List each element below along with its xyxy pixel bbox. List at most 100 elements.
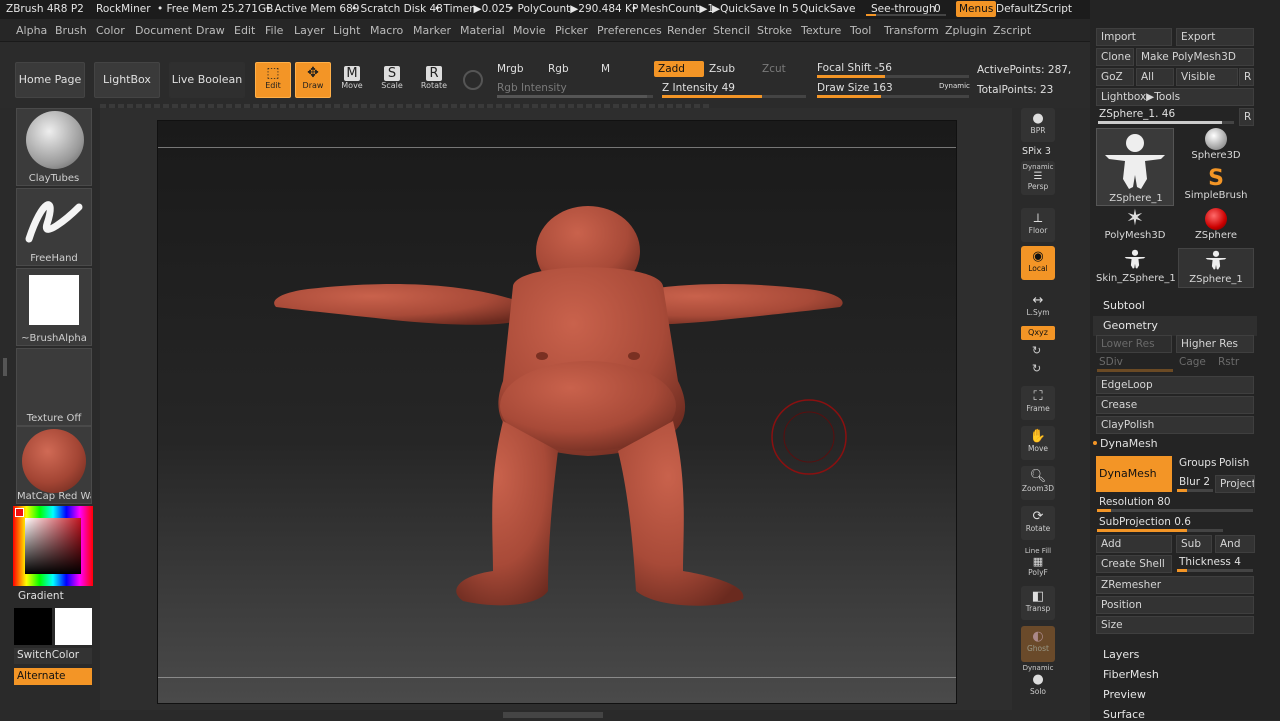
color-picker[interactable] bbox=[13, 506, 93, 586]
thickness-slider[interactable]: Thickness 4 bbox=[1179, 556, 1241, 568]
focal-shift-slider[interactable]: Focal Shift -56 bbox=[817, 62, 892, 74]
clone-button[interactable]: Clone bbox=[1096, 48, 1134, 66]
menu-edit[interactable]: Edit bbox=[234, 24, 255, 37]
lightbox-button[interactable]: LightBox bbox=[94, 62, 160, 98]
sdiv-slider[interactable]: SDiv bbox=[1099, 356, 1123, 368]
tool-slider[interactable]: ZSphere_1. 46 bbox=[1099, 108, 1175, 120]
draw-size-track[interactable] bbox=[817, 95, 969, 98]
color-square[interactable] bbox=[25, 518, 81, 574]
tool-thumb-zsphere-1b[interactable]: ZSphere_1 bbox=[1178, 248, 1254, 288]
bpr-button[interactable]: ● BPR bbox=[1021, 108, 1055, 142]
claypolish-button[interactable]: ClayPolish bbox=[1096, 416, 1254, 434]
gradient-label[interactable]: Gradient bbox=[18, 590, 64, 602]
menu-transform[interactable]: Transform bbox=[884, 24, 939, 37]
cage-button[interactable]: Cage bbox=[1179, 356, 1206, 368]
menu-marker[interactable]: Marker bbox=[413, 24, 451, 37]
tool-thumb-sphere3d[interactable]: Sphere3D bbox=[1178, 128, 1254, 168]
geometry-section[interactable]: Geometry bbox=[1093, 316, 1257, 336]
texture-thumbnail[interactable]: Texture Off bbox=[16, 348, 92, 426]
see-through-slider[interactable] bbox=[866, 14, 946, 16]
move-view-button[interactable]: ✋ Move bbox=[1021, 426, 1055, 460]
menu-movie[interactable]: Movie bbox=[513, 24, 546, 37]
zremesher-button[interactable]: ZRemesher bbox=[1096, 576, 1254, 594]
m-button[interactable]: M bbox=[601, 63, 610, 75]
mrgb-button[interactable]: Mrgb bbox=[497, 63, 524, 75]
tool-thumb-simplebrush[interactable]: S SimpleBrush bbox=[1178, 168, 1254, 208]
menu-document[interactable]: Document bbox=[135, 24, 192, 37]
subtool-section[interactable]: Subtool bbox=[1093, 296, 1257, 316]
menu-alpha[interactable]: Alpha bbox=[16, 24, 47, 37]
create-shell-button[interactable]: Create Shell bbox=[1096, 555, 1172, 573]
rgb-intensity-slider[interactable]: Rgb Intensity bbox=[497, 82, 567, 94]
home-page-button[interactable]: Home Page bbox=[15, 62, 85, 98]
zcut-button[interactable]: Zcut bbox=[762, 63, 786, 75]
secondary-color-swatch[interactable] bbox=[14, 608, 52, 645]
lsym-button[interactable]: ↔ L.Sym bbox=[1021, 290, 1055, 324]
solo-button[interactable]: Dynamic ● Solo bbox=[1021, 664, 1055, 698]
project-button[interactable]: Project bbox=[1215, 475, 1255, 493]
floor-button[interactable]: ⟂ Floor bbox=[1021, 208, 1055, 242]
goz-button[interactable]: GoZ bbox=[1096, 68, 1134, 86]
resolution-slider[interactable]: Resolution 80 bbox=[1099, 496, 1171, 508]
tool-thumb-polymesh3d[interactable]: ✶ PolyMesh3D bbox=[1096, 208, 1174, 248]
sphere-gizmo-icon[interactable] bbox=[463, 70, 483, 90]
crease-button[interactable]: Crease bbox=[1096, 396, 1254, 414]
rgb-button[interactable]: Rgb bbox=[548, 63, 569, 75]
polish-button[interactable]: Polish bbox=[1219, 457, 1249, 469]
goz-r-button[interactable]: R bbox=[1239, 68, 1254, 86]
add-button[interactable]: Add bbox=[1096, 535, 1172, 553]
menu-picker[interactable]: Picker bbox=[555, 24, 588, 37]
sub-button[interactable]: Sub bbox=[1176, 535, 1212, 553]
subprojection-track[interactable] bbox=[1097, 529, 1223, 532]
edit-mode-button[interactable]: ⬚ Edit bbox=[255, 62, 291, 98]
preview-section[interactable]: Preview bbox=[1093, 685, 1257, 705]
frame-button[interactable]: ⛶ Frame bbox=[1021, 386, 1055, 420]
rstr-button[interactable]: Rstr bbox=[1218, 356, 1239, 368]
blur-track[interactable] bbox=[1177, 489, 1213, 492]
document-viewport[interactable] bbox=[157, 120, 957, 704]
menu-render[interactable]: Render bbox=[667, 24, 706, 37]
z-intensity-slider[interactable]: Z Intensity 49 bbox=[662, 82, 735, 94]
rotate-y-icon[interactable]: ↻ bbox=[1032, 344, 1041, 357]
menu-layer[interactable]: Layer bbox=[294, 24, 325, 37]
menu-preferences[interactable]: Preferences bbox=[597, 24, 662, 37]
brush-thumbnail[interactable]: ClayTubes bbox=[16, 108, 92, 186]
menu-color[interactable]: Color bbox=[96, 24, 125, 37]
quicksave-button[interactable]: QuickSave bbox=[800, 3, 855, 15]
position-button[interactable]: Position bbox=[1096, 596, 1254, 614]
menu-draw[interactable]: Draw bbox=[196, 24, 225, 37]
bottom-tray-toggle[interactable] bbox=[503, 712, 603, 718]
lightbox-tools-button[interactable]: Lightbox▶Tools bbox=[1096, 88, 1254, 106]
left-tray-toggle[interactable] bbox=[3, 358, 7, 376]
draw-size-slider[interactable]: Draw Size 163 bbox=[817, 82, 893, 94]
lower-res-button[interactable]: Lower Res bbox=[1096, 335, 1172, 353]
transp-button[interactable]: ◧ Transp bbox=[1021, 586, 1055, 620]
main-color-swatch[interactable] bbox=[55, 608, 92, 645]
menu-zplugin[interactable]: Zplugin bbox=[945, 24, 987, 37]
live-boolean-button[interactable]: Live Boolean bbox=[169, 62, 245, 98]
tool-thumb-zsphere[interactable]: ZSphere bbox=[1178, 208, 1254, 248]
tool-r-button[interactable]: R bbox=[1239, 108, 1254, 126]
scale-mode-button[interactable]: S Scale bbox=[377, 66, 407, 90]
surface-section[interactable]: Surface bbox=[1093, 705, 1257, 721]
fibermesh-section[interactable]: FiberMesh bbox=[1093, 665, 1257, 685]
import-button[interactable]: Import bbox=[1096, 28, 1172, 46]
goz-visible-button[interactable]: Visible bbox=[1176, 68, 1238, 86]
draw-mode-button[interactable]: ✥ Draw bbox=[295, 62, 331, 98]
persp-button[interactable]: Dynamic ☰ Persp bbox=[1021, 161, 1055, 195]
thickness-track[interactable] bbox=[1177, 569, 1253, 572]
menu-light[interactable]: Light bbox=[333, 24, 360, 37]
export-button[interactable]: Export bbox=[1176, 28, 1254, 46]
zadd-button[interactable]: Zadd bbox=[654, 61, 704, 77]
dynamic-size-toggle[interactable]: Dynamic bbox=[939, 82, 970, 90]
switchcolor-button[interactable]: SwitchColor bbox=[14, 648, 92, 664]
layers-section[interactable]: Layers bbox=[1093, 645, 1257, 665]
menu-brush[interactable]: Brush bbox=[55, 24, 87, 37]
menu-tool[interactable]: Tool bbox=[850, 24, 871, 37]
rotate-mode-button[interactable]: R Rotate bbox=[418, 66, 450, 90]
tool-thumb-skin-zsphere[interactable]: Skin_ZSphere_1 bbox=[1096, 248, 1176, 288]
local-button[interactable]: ◉ Local bbox=[1021, 246, 1055, 280]
sdiv-track[interactable] bbox=[1097, 369, 1173, 372]
menu-material[interactable]: Material bbox=[460, 24, 505, 37]
material-thumbnail[interactable]: MatCap Red Wax bbox=[16, 426, 92, 504]
